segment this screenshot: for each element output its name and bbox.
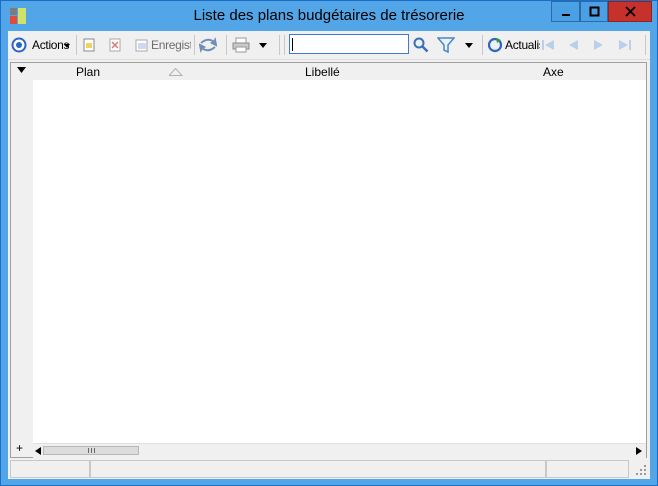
first-record-button[interactable]: [541, 35, 557, 55]
column-header-label: Libellé: [305, 65, 340, 79]
text-caret: [292, 38, 293, 51]
toolbar-separator: [284, 35, 285, 55]
status-cell: [546, 460, 629, 478]
title-bar[interactable]: Liste des plans budgétaires de trésoreri…: [1, 1, 657, 31]
scroll-right-icon[interactable]: [636, 447, 642, 455]
row-header-column: +: [11, 63, 34, 457]
status-cell: [90, 460, 546, 478]
save-button[interactable]: Enregist: [135, 35, 191, 55]
next-record-button[interactable]: [592, 35, 608, 55]
sync-arrows-icon: [199, 37, 217, 53]
add-row-icon[interactable]: +: [16, 442, 23, 454]
next-icon: [592, 38, 606, 52]
grid-body: [33, 80, 646, 443]
filter-button[interactable]: [437, 35, 477, 55]
previous-icon: [566, 38, 580, 52]
sort-ascending-icon: [169, 68, 183, 76]
actions-icon: [11, 37, 27, 53]
refresh-icon: [487, 37, 503, 53]
first-icon: [541, 38, 555, 52]
save-label: Enregist: [151, 38, 191, 52]
status-cell: [10, 460, 90, 478]
save-icon: [135, 38, 149, 52]
chevron-down-icon[interactable]: [465, 42, 473, 48]
column-header-axe[interactable]: Axe: [543, 65, 564, 79]
chevron-down-icon[interactable]: [259, 42, 267, 48]
app-window: Liste des plans budgétaires de trésoreri…: [0, 0, 658, 486]
toolbar: Actions Enregist Actuali: [8, 31, 650, 60]
resize-grip-icon[interactable]: [636, 465, 646, 475]
previous-record-button[interactable]: [566, 35, 582, 55]
search-button[interactable]: [412, 35, 432, 55]
column-header-libelle[interactable]: Libellé: [305, 65, 340, 79]
minimize-button[interactable]: [551, 1, 580, 22]
scrollbar-thumb[interactable]: [43, 446, 139, 455]
toolbar-separator: [279, 35, 280, 55]
last-record-button[interactable]: [618, 35, 634, 55]
grip-icon: [87, 448, 95, 453]
client-area: Actions Enregist Actuali + Plan Libellé …: [8, 31, 650, 479]
delete-button[interactable]: [108, 35, 126, 55]
maximize-button[interactable]: [580, 1, 608, 22]
scroll-left-icon[interactable]: [35, 447, 41, 455]
refresh-label: Actualis: [505, 38, 540, 52]
toolbar-separator: [194, 35, 195, 55]
toolbar-separator: [226, 35, 227, 55]
sync-button[interactable]: [199, 35, 219, 55]
column-header-plan[interactable]: Plan: [76, 65, 100, 79]
delete-icon: [108, 38, 122, 52]
magnifier-icon: [412, 36, 430, 54]
refresh-button[interactable]: Actualis: [487, 35, 540, 55]
search-input[interactable]: [289, 34, 409, 54]
column-header-label: Plan: [76, 65, 101, 79]
print-button[interactable]: [232, 35, 272, 55]
chevron-down-icon: [64, 44, 71, 48]
status-bar: [8, 460, 650, 479]
toolbar-separator: [645, 35, 646, 55]
last-icon: [618, 38, 632, 52]
new-document-icon: [82, 38, 96, 52]
toolbar-separator: [76, 35, 77, 55]
printer-icon: [232, 37, 250, 53]
toolbar-separator: [482, 35, 483, 55]
grid-header: Plan Libellé Axe: [33, 63, 646, 81]
horizontal-scrollbar[interactable]: [33, 443, 646, 458]
data-grid: + Plan Libellé Axe: [10, 62, 647, 458]
funnel-icon: [437, 36, 455, 54]
new-button[interactable]: [82, 35, 100, 55]
column-header-label: Axe: [543, 65, 564, 79]
column-chooser-button[interactable]: [17, 67, 26, 73]
actions-menu-button[interactable]: Actions: [11, 35, 73, 55]
close-button[interactable]: [608, 1, 652, 22]
